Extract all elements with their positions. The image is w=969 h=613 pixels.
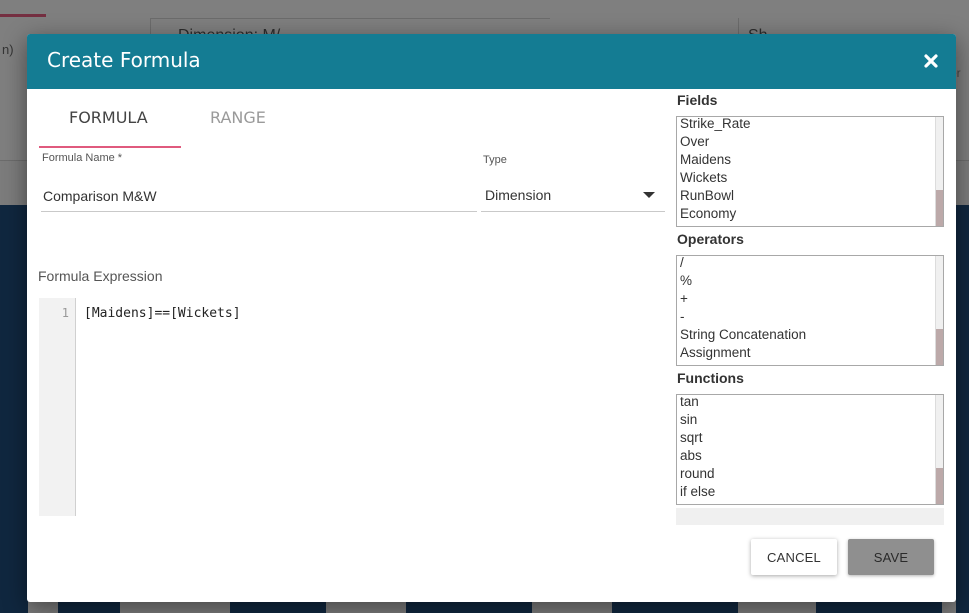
scrollbar[interactable]: [935, 117, 943, 226]
list-item[interactable]: RunBowl: [680, 187, 734, 205]
formula-name-input[interactable]: [41, 180, 477, 212]
cancel-button[interactable]: CANCEL: [751, 539, 837, 575]
close-icon: [924, 54, 938, 68]
list-item[interactable]: sin: [680, 411, 697, 429]
line-number: 1: [61, 306, 69, 320]
list-item[interactable]: /: [680, 256, 684, 272]
formula-expression-label: Formula Expression: [38, 268, 163, 284]
list-item[interactable]: +: [680, 290, 688, 308]
formula-expression-editor[interactable]: 1 [Maidens]==[Wickets]: [39, 298, 665, 516]
active-tab-indicator: [39, 146, 181, 148]
list-item[interactable]: -: [680, 308, 685, 326]
formula-name-label: Formula Name *: [42, 152, 123, 164]
code-line[interactable]: [Maidens]==[Wickets]: [84, 306, 241, 321]
editor-gutter: 1: [39, 298, 76, 516]
functions-list[interactable]: tan sin sqrt abs round if else: [676, 394, 944, 505]
list-item[interactable]: String Concatenation: [680, 326, 806, 344]
list-item[interactable]: round: [680, 465, 715, 483]
list-item[interactable]: Over: [680, 133, 709, 151]
dialog-header: Create Formula: [27, 34, 956, 89]
list-item[interactable]: abs: [680, 447, 702, 465]
type-select-value: Dimension: [485, 187, 552, 203]
operators-list[interactable]: / % + - String Concatenation Assignment: [676, 255, 944, 366]
list-item[interactable]: sqrt: [680, 429, 703, 447]
tab-formula[interactable]: FORMULA: [69, 108, 148, 127]
list-item[interactable]: tan: [680, 395, 699, 411]
scrollbar[interactable]: [935, 395, 943, 504]
list-item[interactable]: Wickets: [680, 169, 727, 187]
list-item[interactable]: if else: [680, 483, 715, 501]
list-footer-spacer: [676, 508, 944, 525]
scrollbar-thumb[interactable]: [936, 190, 943, 226]
type-select[interactable]: Dimension: [481, 180, 665, 212]
scrollbar[interactable]: [935, 256, 943, 365]
list-item[interactable]: Assignment: [680, 344, 751, 362]
list-item[interactable]: Economy: [680, 205, 736, 223]
list-item[interactable]: Maidens: [680, 151, 731, 169]
tab-range[interactable]: RANGE: [210, 108, 266, 127]
scrollbar-thumb[interactable]: [936, 329, 943, 365]
dropdown-caret-icon: [643, 192, 655, 198]
type-label: Type: [483, 154, 507, 166]
list-item[interactable]: Strike_Rate: [680, 117, 751, 133]
create-formula-dialog: Create Formula FORMULA RANGE Formula Nam…: [27, 34, 956, 602]
list-item[interactable]: %: [680, 272, 692, 290]
fields-title: Fields: [677, 92, 718, 108]
close-button[interactable]: [918, 48, 944, 74]
operators-title: Operators: [677, 231, 744, 247]
dialog-title: Create Formula: [47, 48, 201, 72]
functions-title: Functions: [677, 370, 744, 386]
scrollbar-thumb[interactable]: [936, 468, 943, 504]
fields-list[interactable]: Strike_Rate Over Maidens Wickets RunBowl…: [676, 116, 944, 227]
save-button[interactable]: SAVE: [848, 539, 934, 575]
